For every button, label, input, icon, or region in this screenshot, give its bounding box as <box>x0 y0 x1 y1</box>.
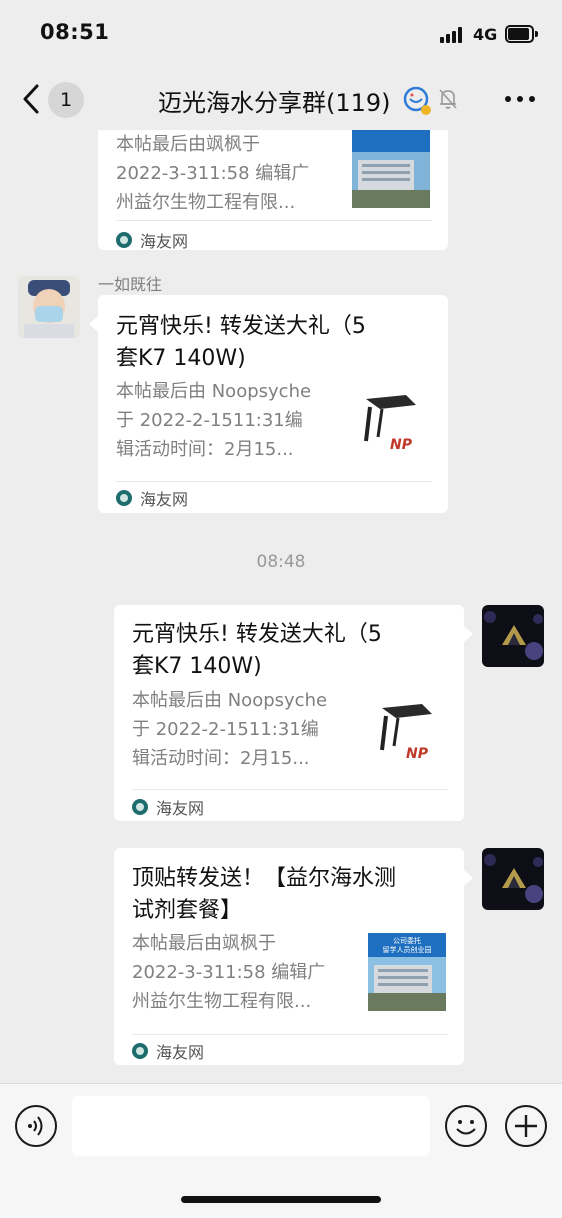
my-avatar[interactable] <box>482 848 544 910</box>
card-thumbnail-building: 公司委托 留学人员创业园 <box>368 933 446 1011</box>
message-input[interactable] <box>72 1096 430 1156</box>
smiley-icon <box>456 1120 476 1135</box>
message-timestamp: 08:48 <box>256 552 306 572</box>
card-description: 本帖最后由 Noopsyche 于 2022-2-1511:31编 辑活动时间：… <box>116 381 312 460</box>
card-title: 元宵快乐! 转发送大礼（5 套K7 140W) <box>132 622 382 679</box>
status-bar: 08:51 4G <box>0 0 562 70</box>
svg-text:公司委托: 公司委托 <box>393 936 421 945</box>
bubble-tail <box>89 316 98 332</box>
link-card-partial[interactable]: 本帖最后由飒枫于 2022-3-311:58 编辑广 州益尔生物工程有限... … <box>98 130 448 253</box>
bubble-tail <box>464 626 473 642</box>
chat-title: 迈光海水分享群(119) <box>158 89 391 117</box>
card-source: 海友网 <box>132 1038 204 1064</box>
back-chevron-icon[interactable] <box>20 82 46 116</box>
card-title: 元宵快乐! 转发送大礼（5 套K7 140W) <box>116 314 366 371</box>
link-card-right-2[interactable]: 顶贴转发送！【益尔海水测 试剂套餐】 本帖最后由飒枫于 2022-3-311:5… <box>114 848 464 1065</box>
plus-icon <box>515 1115 537 1137</box>
sender-name: 一如既往 <box>98 275 163 294</box>
home-indicator[interactable] <box>181 1196 381 1203</box>
status-time: 08:51 <box>40 20 110 44</box>
haiyou-logo-icon <box>116 232 132 248</box>
haiyou-logo-icon <box>132 799 148 815</box>
bubble-tail <box>464 870 473 886</box>
card-source: 海友网 <box>132 794 204 820</box>
my-avatar[interactable] <box>482 605 544 667</box>
card-thumbnail-aquarium-light: NP <box>368 694 446 772</box>
card-description: 本帖最后由飒枫于 2022-3-311:58 编辑广 州益尔生物工程有限... <box>116 134 310 213</box>
more-functions-button[interactable] <box>505 1105 547 1147</box>
card-source: 海友网 <box>116 485 188 511</box>
card-divider <box>132 1034 448 1035</box>
card-divider <box>116 220 432 221</box>
chat-bubble-emoji-icon <box>403 86 431 115</box>
card-title: 顶贴转发送！【益尔海水测 试剂套餐】 <box>132 866 397 923</box>
card-divider <box>116 481 432 482</box>
mute-bell-icon <box>439 89 457 109</box>
card-description: 本帖最后由 Noopsyche 于 2022-2-1511:31编 辑活动时间：… <box>132 690 328 769</box>
battery-icon <box>505 25 538 43</box>
haiyou-logo-icon <box>132 1043 148 1059</box>
link-card-left[interactable]: 元宵快乐! 转发送大礼（5 套K7 140W) 本帖最后由 Noopsyche … <box>98 295 448 513</box>
signal-bars-icon <box>440 27 466 43</box>
svg-text:NP: NP <box>390 437 413 453</box>
chat-message-list[interactable]: 本帖最后由飒枫于 2022-3-311:58 编辑广 州益尔生物工程有限... … <box>0 130 562 1083</box>
voice-wave-icon <box>28 1116 43 1136</box>
more-dots-icon[interactable] <box>505 96 535 104</box>
svg-text:留学人员创业园: 留学人员创业园 <box>383 945 432 954</box>
network-type: 4G <box>473 25 498 44</box>
card-source: 海友网 <box>116 227 188 253</box>
link-card-right-1[interactable]: 元宵快乐! 转发送大礼（5 套K7 140W) 本帖最后由 Noopsyche … <box>114 605 464 821</box>
card-thumbnail-aquarium-light: NP <box>352 385 430 463</box>
card-description: 本帖最后由飒枫于 2022-3-311:58 编辑广 州益尔生物工程有限... <box>132 933 326 1012</box>
unread-count-badge[interactable]: 1 <box>48 82 84 118</box>
card-thumbnail-building <box>352 130 430 208</box>
card-divider <box>132 789 448 790</box>
sender-avatar[interactable] <box>18 276 80 338</box>
svg-text:NP: NP <box>406 746 429 762</box>
voice-input-button[interactable] <box>15 1105 57 1147</box>
haiyou-logo-icon <box>116 490 132 506</box>
chat-header: 1 迈光海水分享群(119) <box>0 70 562 130</box>
emoji-button[interactable] <box>445 1105 487 1147</box>
